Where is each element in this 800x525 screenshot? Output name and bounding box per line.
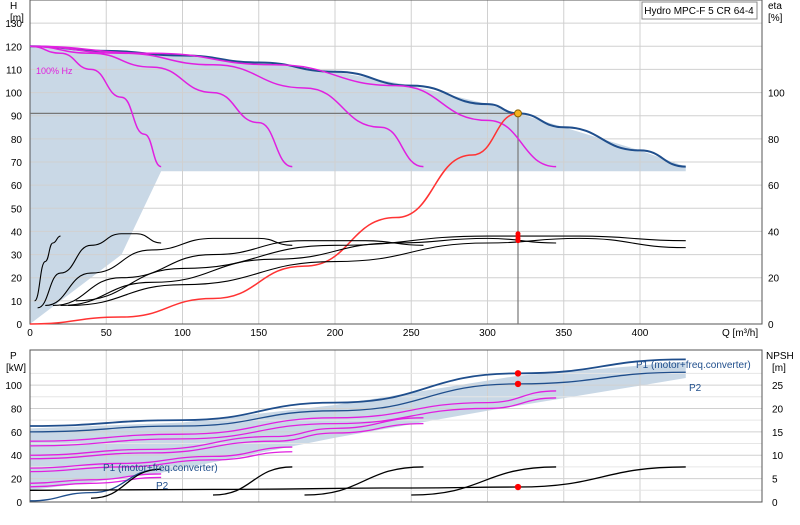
q-tick-label: 400 [632,328,649,339]
p-tick-label: 40 [11,451,23,462]
p-tick-label: 20 [11,475,23,486]
chart-title: Hydro MPC-F 5 CR 64-4 [644,6,754,17]
h-tick-label: 0 [16,320,22,331]
h-tick-label: 110 [6,65,22,76]
h-tick-label: 30 [11,251,23,262]
npsh-tick-label: 5 [772,475,778,486]
duty-point-marker [514,483,522,491]
efficiency-duty-marker [515,231,521,237]
eta-tick-label: 20 [768,274,780,285]
p1-single-label: P1 (motor+freq.converter) [103,463,218,474]
p1-total-label: P1 (motor+freq.converter) [636,360,751,371]
npsh-tick-label: 10 [772,451,784,462]
q-tick-label: 200 [327,328,344,339]
eta-tick-label: 100 [768,89,785,100]
h-tick-label: 90 [11,112,23,123]
h-tick-label: 100 [5,89,22,100]
speed-label: 100% Hz [36,66,73,76]
q-tick-label: 0 [27,328,33,339]
eta-tick-label: 80 [768,135,780,146]
p2-total-label: P2 [689,383,702,394]
h-axis-unit: [m] [10,13,24,24]
npsh-axis-name: NPSH [766,351,794,362]
eta-axis-name: eta [768,1,782,12]
npsh-tick-label: 15 [772,428,784,439]
h-tick-label: 70 [11,158,23,169]
duty-point-marker [514,109,522,118]
duty-point-marker [514,380,522,388]
h-tick-label: 60 [11,181,23,192]
q-tick-label: 100 [174,328,191,339]
p-tick-label: 80 [11,404,23,415]
p-tick-label: 0 [16,498,22,509]
npsh-axis-unit: [m] [772,363,786,374]
p2-single-label: P2 [156,481,169,492]
h-tick-label: 10 [11,297,23,308]
npsh-tick-label: 25 [772,381,784,392]
eta-tick-label: 40 [768,227,780,238]
eta-tick-label: 60 [768,181,780,192]
p-axis-name: P [10,351,17,362]
efficiency-12 [75,235,686,302]
p-tick-label: 100 [5,381,22,392]
npsh-tick-label: 20 [772,404,784,415]
pump-performance-chart: 0102030405060708090100110120130020406080… [5,0,794,509]
q-tick-label: 300 [479,328,496,339]
eta-tick-label: 0 [768,320,774,331]
p-tick-label: 60 [11,428,23,439]
q-tick-label: 150 [250,328,267,339]
q-tick-label: 250 [403,328,420,339]
h-tick-label: 40 [11,227,23,238]
h-tick-label: 20 [11,274,23,285]
efficiency-11 [68,237,686,307]
efficiency-10 [60,237,557,307]
h-tick-label: 50 [11,204,23,215]
h-tick-label: 80 [11,135,23,146]
eta-axis-unit: [%] [768,13,783,24]
h-tick-label: 120 [5,42,22,53]
q-tick-label: 50 [101,328,113,339]
x-axis-label: Q [m³/h] [722,328,758,339]
duty-point-marker [514,370,522,377]
h-axis-name: H [10,1,17,12]
npsh-tick-label: 0 [772,498,778,509]
q-tick-label: 350 [555,328,572,339]
p-axis-unit: [kW] [6,363,26,374]
